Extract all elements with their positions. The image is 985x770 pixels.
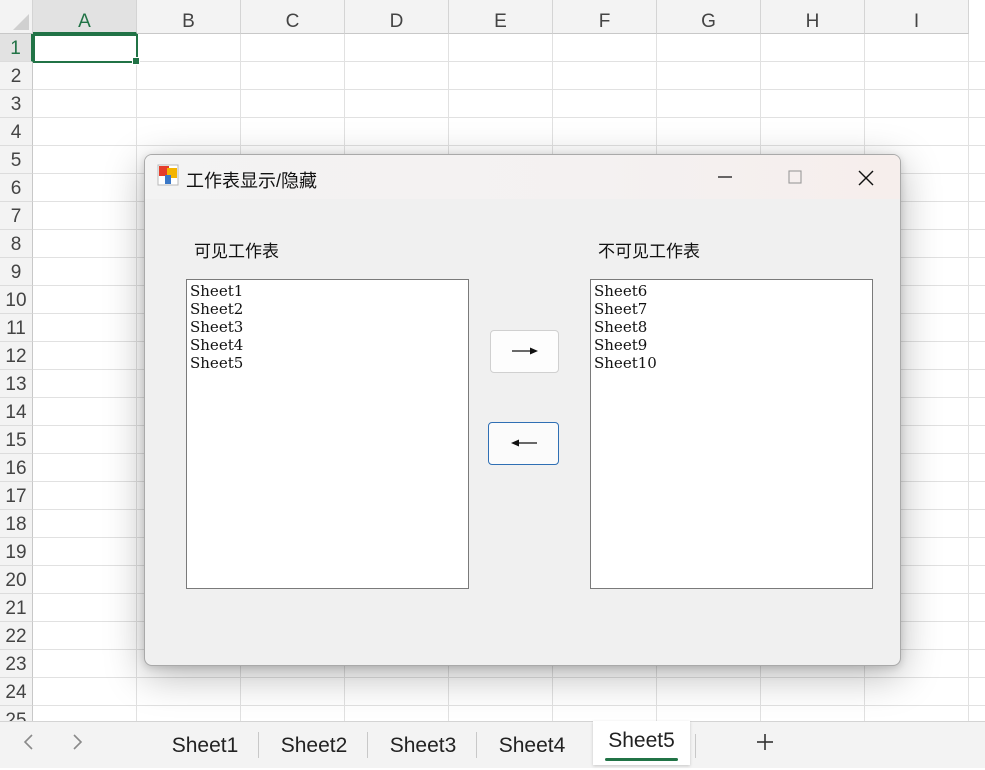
row-header-24[interactable]: 24 bbox=[0, 678, 33, 706]
row-header-15[interactable]: 15 bbox=[0, 426, 33, 454]
visible-sheets-label: 可见工作表 bbox=[194, 242, 279, 261]
row-header-21[interactable]: 21 bbox=[0, 594, 33, 622]
dialog-title: 工作表显示/隐藏 bbox=[186, 171, 318, 191]
sheet-tab-sheet2[interactable]: Sheet2 bbox=[260, 722, 368, 768]
list-item[interactable]: Sheet3 bbox=[190, 318, 465, 336]
list-item[interactable]: Sheet2 bbox=[190, 300, 465, 318]
sheet-tab-sheet5[interactable]: Sheet5 bbox=[593, 721, 690, 765]
row-header-14[interactable]: 14 bbox=[0, 398, 33, 426]
column-header-i[interactable]: I bbox=[865, 0, 969, 34]
list-item[interactable]: Sheet8 bbox=[594, 318, 869, 336]
sheet-tab-sheet4[interactable]: Sheet4 bbox=[478, 722, 586, 768]
select-all-corner[interactable] bbox=[0, 0, 33, 34]
column-header-f[interactable]: F bbox=[553, 0, 657, 34]
list-item[interactable]: Sheet7 bbox=[594, 300, 869, 318]
sheet-visibility-dialog: 工作表显示/隐藏 可见工作表 不可见工作表 Sheet1 Sheet2 Shee… bbox=[144, 154, 901, 666]
row-header-20[interactable]: 20 bbox=[0, 566, 33, 594]
arrow-left-icon bbox=[511, 439, 537, 447]
column-header-a[interactable]: A bbox=[33, 0, 137, 34]
app-icon bbox=[157, 164, 179, 186]
list-item[interactable]: Sheet5 bbox=[190, 354, 465, 372]
sheet-tab-label: Sheet2 bbox=[280, 734, 348, 757]
row-header-5[interactable]: 5 bbox=[0, 146, 33, 174]
row-header-4[interactable]: 4 bbox=[0, 118, 33, 146]
chevron-right-icon[interactable] bbox=[72, 732, 84, 758]
dialog-titlebar[interactable]: 工作表显示/隐藏 bbox=[145, 155, 900, 199]
row-header-16[interactable]: 16 bbox=[0, 454, 33, 482]
chevron-left-icon[interactable] bbox=[22, 732, 34, 758]
move-to-visible-button[interactable] bbox=[488, 422, 559, 465]
sheet-tab-sheet1[interactable]: Sheet1 bbox=[151, 722, 259, 768]
column-header-e[interactable]: E bbox=[449, 0, 553, 34]
sheet-tab-label: Sheet4 bbox=[498, 734, 566, 757]
sheet-tab-sheet3[interactable]: Sheet3 bbox=[369, 722, 477, 768]
list-item[interactable]: Sheet9 bbox=[594, 336, 869, 354]
row-header-6[interactable]: 6 bbox=[0, 174, 33, 202]
column-header-g[interactable]: G bbox=[657, 0, 761, 34]
move-to-hidden-button[interactable] bbox=[490, 330, 559, 373]
row-headers: 1234567891011121314151617181920212223242… bbox=[0, 34, 33, 734]
active-tab-indicator bbox=[605, 758, 678, 761]
arrow-right-icon bbox=[512, 347, 538, 355]
row-header-9[interactable]: 9 bbox=[0, 258, 33, 286]
list-item[interactable]: Sheet4 bbox=[190, 336, 465, 354]
row-header-10[interactable]: 10 bbox=[0, 286, 33, 314]
minimize-icon bbox=[718, 176, 732, 178]
close-button[interactable] bbox=[830, 155, 900, 199]
hidden-sheets-label: 不可见工作表 bbox=[598, 242, 700, 261]
fill-handle[interactable] bbox=[132, 57, 140, 65]
hidden-sheets-listbox[interactable]: Sheet6 Sheet7 Sheet8 Sheet9 Sheet10 bbox=[590, 279, 873, 589]
column-header-h[interactable]: H bbox=[761, 0, 865, 34]
row-header-12[interactable]: 12 bbox=[0, 342, 33, 370]
row-header-3[interactable]: 3 bbox=[0, 90, 33, 118]
column-headers: ABCDEFGHI bbox=[33, 0, 985, 34]
row-header-17[interactable]: 17 bbox=[0, 482, 33, 510]
list-item[interactable]: Sheet6 bbox=[594, 282, 869, 300]
active-cell-A1[interactable] bbox=[33, 34, 140, 65]
column-header-b[interactable]: B bbox=[137, 0, 241, 34]
visible-sheets-listbox[interactable]: Sheet1 Sheet2 Sheet3 Sheet4 Sheet5 bbox=[186, 279, 469, 589]
list-item[interactable]: Sheet1 bbox=[190, 282, 465, 300]
close-icon bbox=[858, 170, 874, 186]
maximize-icon bbox=[788, 170, 802, 184]
row-header-22[interactable]: 22 bbox=[0, 622, 33, 650]
plus-icon[interactable] bbox=[755, 728, 775, 759]
row-header-7[interactable]: 7 bbox=[0, 202, 33, 230]
row-header-18[interactable]: 18 bbox=[0, 510, 33, 538]
row-header-19[interactable]: 19 bbox=[0, 538, 33, 566]
row-header-13[interactable]: 13 bbox=[0, 370, 33, 398]
select-all-triangle bbox=[13, 14, 29, 30]
column-header-c[interactable]: C bbox=[241, 0, 345, 34]
row-header-2[interactable]: 2 bbox=[0, 62, 33, 90]
row-header-8[interactable]: 8 bbox=[0, 230, 33, 258]
sheet-tab-bar: Sheet1 Sheet2 Sheet3 Sheet4 Sheet5 bbox=[0, 721, 985, 768]
list-item[interactable]: Sheet10 bbox=[594, 354, 869, 372]
row-header-23[interactable]: 23 bbox=[0, 650, 33, 678]
tab-divider bbox=[695, 734, 696, 758]
sheet-tab-label: Sheet5 bbox=[608, 729, 675, 752]
sheet-tab-label: Sheet1 bbox=[171, 734, 239, 757]
row-header-11[interactable]: 11 bbox=[0, 314, 33, 342]
sheet-tab-label: Sheet3 bbox=[389, 734, 457, 757]
minimize-button[interactable] bbox=[690, 155, 760, 199]
maximize-button[interactable] bbox=[760, 155, 830, 199]
column-header-d[interactable]: D bbox=[345, 0, 449, 34]
row-header-1[interactable]: 1 bbox=[0, 34, 33, 62]
